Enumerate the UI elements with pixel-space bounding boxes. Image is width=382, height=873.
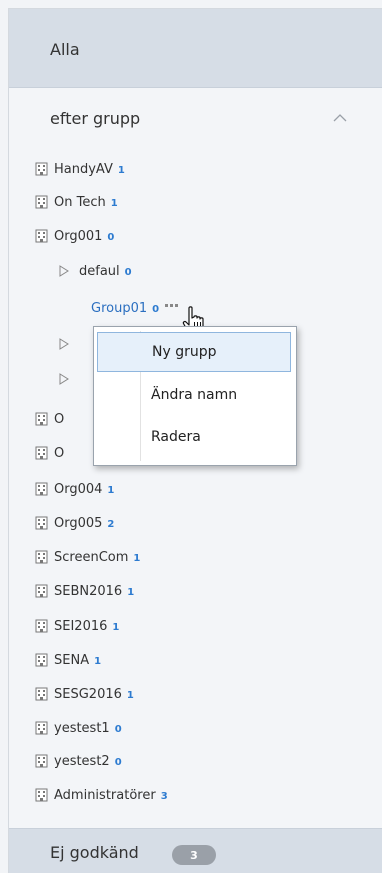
tree-item-count: 0 [152, 303, 160, 315]
tree-item-count: 1 [112, 621, 120, 633]
tree-item-label: SEBN2016 [54, 583, 123, 599]
tree-item-count: 1 [127, 586, 135, 598]
building-icon [35, 584, 48, 598]
tree-item-org[interactable]: SENA 1 [35, 647, 101, 673]
unapproved-section[interactable]: Ej godkänd 3 [9, 828, 382, 873]
tree-item-label: O [54, 445, 65, 461]
building-icon [35, 754, 48, 768]
menu-item-label: Radera [151, 429, 201, 445]
tree-item-label: defaul [79, 263, 120, 279]
tree-item-org[interactable]: SEI2016 1 [35, 613, 119, 639]
tree-item-count: 1 [107, 484, 115, 496]
tree-item-label: yestest1 [54, 720, 110, 736]
tree-item-group[interactable]: defaul 0 [59, 258, 132, 284]
tree-item-org[interactable]: On Tech 1 [35, 189, 118, 215]
tree-item-count: 0 [124, 266, 132, 278]
tree-item-org[interactable]: yestest2 0 [35, 748, 122, 774]
new-group-menu-item[interactable]: Ny grupp [97, 332, 291, 372]
tree-item-org[interactable]: O [35, 440, 64, 466]
tree-item-label: SENA [54, 652, 90, 668]
delete-menu-item[interactable]: Radera [97, 417, 291, 457]
tree-item-org[interactable]: yestest1 0 [35, 715, 122, 741]
tree-item-label: Org004 [54, 481, 103, 497]
tree-item-org[interactable]: SEBN2016 1 [35, 578, 134, 604]
more-options-icon[interactable] [165, 303, 179, 307]
tree-item-count: 1 [126, 689, 134, 701]
tree-item-label: ScreenCom [54, 549, 129, 565]
tree-item-count: 2 [107, 518, 115, 530]
tree-item-label: O [54, 411, 65, 427]
tree-item-label: Org005 [54, 515, 103, 531]
menu-item-label: Ändra namn [151, 387, 238, 403]
tree-item-org[interactable]: Administratörer 3 [35, 782, 168, 808]
building-icon [35, 516, 48, 530]
tree-item-count: 0 [114, 723, 122, 735]
tree-item-label: Administratörer [54, 787, 156, 803]
section-title[interactable]: efter grupp [50, 109, 140, 128]
building-icon [35, 788, 48, 802]
building-icon [35, 446, 48, 460]
expand-triangle-icon[interactable] [59, 373, 69, 385]
chevron-up-icon[interactable] [333, 113, 347, 123]
building-icon [35, 482, 48, 496]
building-icon [35, 550, 48, 564]
tree-item-count: 0 [107, 231, 115, 243]
tree-item-group-selected[interactable]: Group01 0 [91, 295, 179, 321]
rename-menu-item[interactable]: Ändra namn [97, 375, 291, 415]
tree-item-label: HandyAV [54, 161, 113, 177]
expand-triangle-icon[interactable] [59, 265, 69, 277]
building-icon [35, 195, 48, 209]
expand-triangle-icon[interactable] [59, 338, 69, 350]
tree-item-org[interactable]: Org001 0 [35, 223, 114, 249]
building-icon [35, 721, 48, 735]
menu-item-label: Ny grupp [152, 344, 217, 360]
tree-item-org[interactable]: HandyAV 1 [35, 156, 125, 182]
unapproved-label: Ej godkänd [50, 843, 139, 862]
tree-item-count: 1 [110, 197, 118, 209]
tree-item-count: 3 [160, 790, 168, 802]
building-icon [35, 229, 48, 243]
tree-item-label: Org001 [54, 228, 103, 244]
context-menu: Ny grupp Ändra namn Radera [93, 326, 297, 466]
tree-item-org[interactable]: O [35, 406, 64, 432]
building-icon [35, 653, 48, 667]
building-icon [35, 619, 48, 633]
group-panel: Alla efter grupp HandyAV 1 On Tech 1 Org… [8, 8, 382, 873]
tree-item-label: SESG2016 [54, 686, 122, 702]
tree-item-label: yestest2 [54, 753, 110, 769]
tree-item-count: 1 [117, 164, 125, 176]
count-badge: 3 [172, 845, 216, 865]
building-icon [35, 687, 48, 701]
tree-item-org[interactable]: Org004 1 [35, 476, 114, 502]
tree-item-count: 1 [133, 552, 141, 564]
tree-item-count: 0 [114, 756, 122, 768]
building-icon [35, 162, 48, 176]
tree-item-label: On Tech [54, 194, 106, 210]
tree-item-label: SEI2016 [54, 618, 108, 634]
tree-item-org[interactable]: ScreenCom 1 [35, 544, 140, 570]
all-header[interactable]: Alla [9, 9, 382, 88]
building-icon [35, 412, 48, 426]
all-label: Alla [50, 40, 80, 59]
tree-item-org[interactable]: SESG2016 1 [35, 681, 134, 707]
tree-item-count: 1 [94, 655, 102, 667]
tree-item-label: Group01 [91, 300, 148, 316]
tree-item-org[interactable]: Org005 2 [35, 510, 114, 536]
